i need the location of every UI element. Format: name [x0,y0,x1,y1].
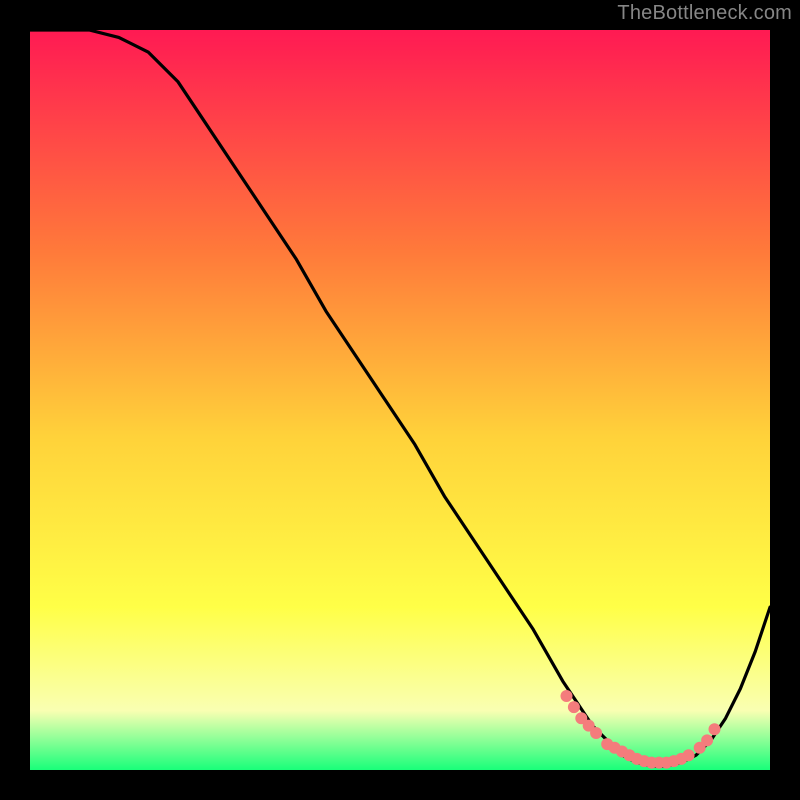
marker-dot [683,749,695,761]
marker-dot [701,734,713,746]
marker-dot [709,723,721,735]
attribution-label: TheBottleneck.com [617,2,792,25]
marker-dot [561,690,573,702]
plot-area [30,30,770,770]
marker-dot [590,727,602,739]
plot-svg [30,30,770,770]
chart-container: TheBottleneck.com [0,0,800,800]
marker-dot [568,701,580,713]
gradient-background [30,30,770,770]
